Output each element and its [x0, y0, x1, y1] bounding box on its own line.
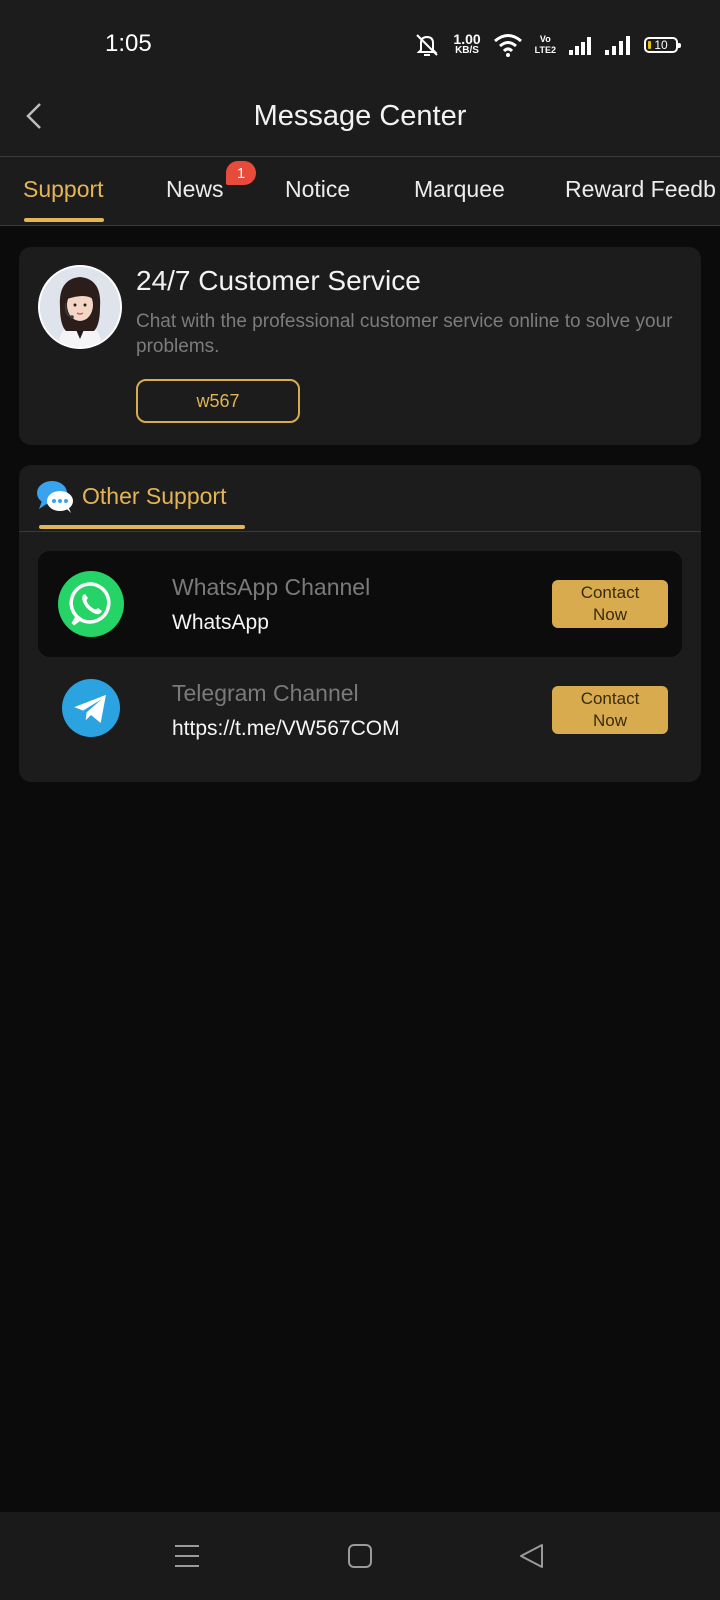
whatsapp-contact-button[interactable]: Contact Now: [552, 580, 668, 628]
tab-notice[interactable]: Notice: [285, 176, 350, 203]
customer-service-button[interactable]: w567: [136, 379, 300, 423]
battery-level: 10: [654, 38, 668, 52]
telegram-contact-button[interactable]: Contact Now: [552, 686, 668, 734]
back-triangle-icon: [520, 1544, 543, 1568]
tab-news[interactable]: News: [166, 176, 224, 203]
active-tab-indicator: [24, 218, 104, 222]
volte-bottom: LTE2: [534, 45, 556, 55]
network-speed-value: 1.00: [453, 31, 481, 47]
channel-name: WhatsApp Channel: [172, 574, 371, 600]
status-bar: 1:05 1.00 KB/S Vo LTE2 10: [0, 0, 720, 80]
customer-service-card: 24/7 Customer Service Chat with the prof…: [19, 247, 701, 445]
tab-marquee[interactable]: Marquee: [414, 176, 505, 203]
status-time: 1:05: [105, 30, 152, 57]
nav-back-button[interactable]: [510, 1534, 554, 1578]
other-support-header: Other Support: [19, 465, 701, 532]
home-square-icon: [348, 1544, 372, 1568]
telegram-channel-row[interactable]: Telegram Channel https://t.me/VW567COM C…: [38, 657, 682, 763]
chat-bubbles-icon: [37, 481, 73, 513]
signal-icon-sim2: [605, 36, 630, 55]
system-navigation-bar: [0, 1512, 720, 1600]
tab-reward-feedback[interactable]: Reward Feedb: [565, 176, 716, 203]
other-support-card: Other Support WhatsApp Channel WhatsApp …: [19, 465, 701, 782]
signal-icon-sim1: [569, 37, 591, 55]
channel-value: WhatsApp: [172, 611, 269, 634]
nav-home-button[interactable]: [338, 1534, 382, 1578]
tab-support[interactable]: Support: [23, 176, 104, 203]
channel-name: Telegram Channel: [172, 680, 359, 706]
bell-off-icon: [416, 34, 439, 56]
network-speed-unit: KB/S: [455, 45, 479, 56]
whatsapp-channel-row[interactable]: WhatsApp Channel WhatsApp Contact Now: [38, 551, 682, 657]
status-icons: 1.00 KB/S Vo LTE2 10: [413, 30, 681, 60]
menu-icon: [175, 1545, 199, 1567]
volte-top: Vo: [539, 34, 551, 44]
wifi-icon: [493, 34, 522, 57]
news-unread-badge: 1: [226, 161, 256, 185]
tab-bar: Support News 1 Notice Marquee Reward Fee…: [0, 157, 720, 226]
volte-indicator: Vo LTE2: [535, 34, 556, 56]
other-support-title: Other Support: [82, 483, 227, 509]
nav-menu-button[interactable]: [165, 1534, 209, 1578]
page-title: Message Center: [253, 100, 467, 132]
other-support-indicator: [39, 525, 245, 529]
whatsapp-icon: [58, 571, 124, 637]
app-header: Message Center: [0, 80, 720, 157]
avatar: [38, 265, 122, 349]
agent-avatar-icon: [40, 267, 120, 347]
service-description: Chat with the professional customer serv…: [136, 311, 673, 357]
telegram-icon: [62, 679, 120, 737]
battery-icon: 10: [644, 37, 681, 53]
network-speed: 1.00 KB/S: [453, 31, 481, 57]
service-title: 24/7 Customer Service: [136, 265, 421, 296]
channel-value: https://t.me/VW567COM: [172, 717, 400, 740]
